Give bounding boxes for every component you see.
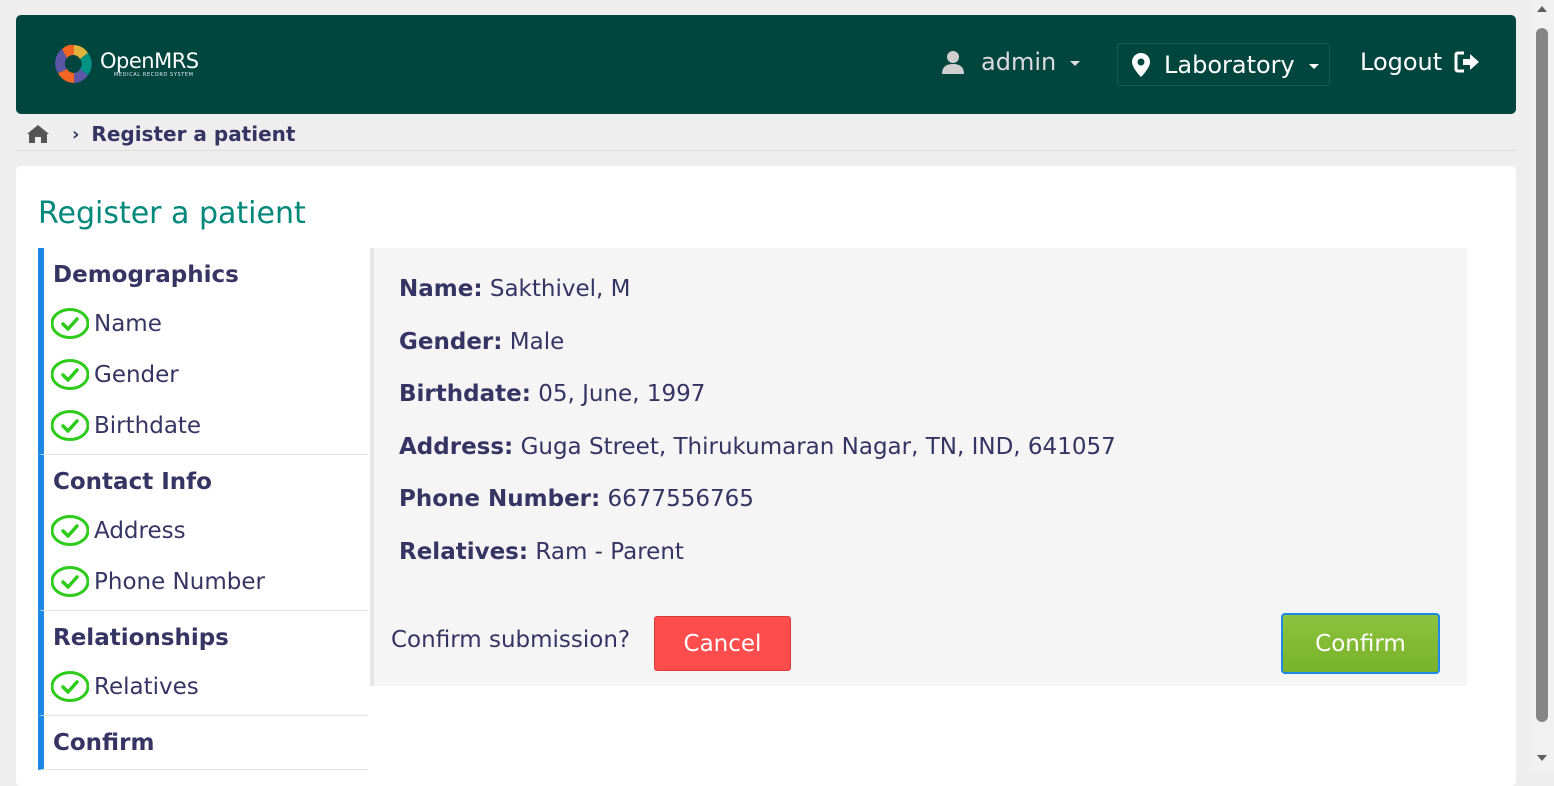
step-label: Birthdate: [94, 412, 202, 439]
phone-value: 6677556765: [607, 486, 754, 512]
check-circle-icon: [51, 671, 89, 702]
step-address[interactable]: Address: [51, 505, 368, 556]
logo-subtext: MEDICAL RECORD SYSTEM: [114, 72, 194, 78]
step-phone-number[interactable]: Phone Number: [51, 556, 368, 607]
breadcrumb: › Register a patient: [16, 118, 1516, 151]
user-name: admin: [981, 48, 1057, 76]
summary-address: Address: Guga Street, Thirukumaran Nagar…: [399, 434, 1116, 460]
section-title: Confirm: [53, 730, 155, 756]
page-scrollbar[interactable]: [1530, 0, 1554, 771]
section-relationships[interactable]: Relationships Relatives: [38, 611, 368, 716]
section-demographics[interactable]: Demographics Name Gender Birthdate: [38, 248, 368, 455]
section-confirm[interactable]: Confirm: [38, 716, 368, 770]
summary-birthdate: Birthdate: 05, June, 1997: [399, 381, 705, 407]
openmrs-logo-icon: [55, 44, 92, 83]
scroll-up-icon[interactable]: [1537, 6, 1547, 12]
step-label: Phone Number: [94, 568, 265, 595]
address-value: Guga Street, Thirukumaran Nagar, TN, IND…: [520, 434, 1116, 460]
name-label: Name:: [399, 276, 483, 302]
step-label: Address: [94, 517, 186, 544]
summary-name: Name: Sakthivel, M: [399, 276, 630, 302]
section-title: Demographics: [53, 262, 239, 288]
registration-steps: Demographics Name Gender Birthdate Conta…: [38, 248, 368, 770]
confirmation-panel: Name: Sakthivel, M Gender: Male Birthdat…: [370, 248, 1467, 686]
location-selector[interactable]: Laboratory: [1117, 43, 1330, 86]
sign-out-icon: [1454, 51, 1480, 73]
breadcrumb-current: Register a patient: [91, 122, 296, 146]
step-birthdate[interactable]: Birthdate: [51, 400, 368, 451]
section-title: Relationships: [53, 625, 229, 651]
confirm-question: Confirm submission?: [391, 627, 631, 653]
main-content: Register a patient Demographics Name Gen…: [16, 166, 1516, 786]
check-circle-icon: [51, 515, 89, 546]
user-menu[interactable]: admin: [941, 48, 1081, 76]
step-label: Gender: [94, 361, 179, 388]
gender-value: Male: [509, 329, 565, 355]
chevron-down-icon: [1070, 61, 1081, 66]
check-circle-icon: [51, 308, 89, 339]
check-circle-icon: [51, 359, 89, 390]
home-icon[interactable]: [26, 124, 50, 144]
app-header: OpenMRS MEDICAL RECORD SYSTEM admin Labo…: [16, 15, 1516, 114]
relatives-label: Relatives:: [399, 539, 529, 565]
gender-label: Gender:: [399, 329, 503, 355]
phone-label: Phone Number:: [399, 486, 601, 512]
summary-relatives: Relatives: Ram - Parent: [399, 539, 684, 565]
birthdate-value: 05, June, 1997: [538, 381, 706, 407]
birthdate-label: Birthdate:: [399, 381, 531, 407]
user-icon: [942, 51, 964, 74]
step-name[interactable]: Name: [51, 298, 368, 349]
cancel-button[interactable]: Cancel: [654, 616, 791, 671]
scroll-thumb[interactable]: [1536, 28, 1548, 722]
step-relatives[interactable]: Relatives: [51, 661, 368, 712]
openmrs-logo[interactable]: OpenMRS MEDICAL RECORD SYSTEM: [54, 43, 199, 85]
logo-text: OpenMRS: [100, 49, 199, 73]
summary-gender: Gender: Male: [399, 329, 564, 355]
check-circle-icon: [51, 566, 89, 597]
confirm-button[interactable]: Confirm: [1281, 613, 1440, 674]
logout-link[interactable]: Logout: [1360, 48, 1480, 76]
scroll-down-icon[interactable]: [1537, 755, 1547, 761]
address-label: Address:: [399, 434, 514, 460]
step-label: Name: [94, 310, 162, 337]
name-value: Sakthivel, M: [489, 276, 631, 302]
step-gender[interactable]: Gender: [51, 349, 368, 400]
section-contact-info[interactable]: Contact Info Address Phone Number: [38, 455, 368, 611]
page-title: Register a patient: [38, 196, 306, 231]
step-label: Relatives: [94, 673, 199, 700]
check-circle-icon: [51, 410, 89, 441]
section-title: Contact Info: [53, 469, 212, 495]
chevron-right-icon: ›: [72, 123, 80, 145]
location-name: Laboratory: [1164, 50, 1295, 79]
relatives-value: Ram - Parent: [535, 539, 684, 565]
summary-phone: Phone Number: 6677556765: [399, 486, 754, 512]
map-marker-icon: [1132, 52, 1150, 77]
chevron-down-icon: [1308, 63, 1319, 69]
logout-label: Logout: [1360, 48, 1443, 76]
